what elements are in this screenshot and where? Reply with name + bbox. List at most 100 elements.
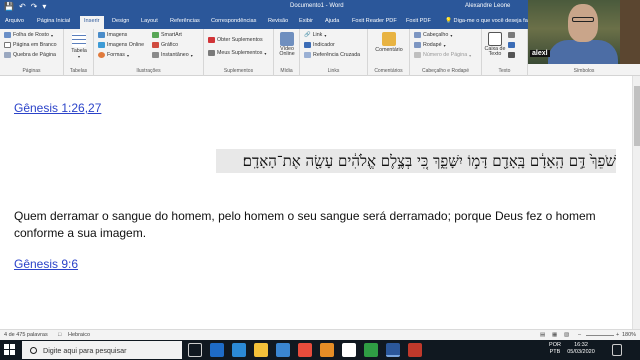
word-icon[interactable] <box>386 343 400 357</box>
header-button[interactable]: Cabeçalho ▾ <box>414 32 452 38</box>
reference-link-genesis-9[interactable]: Gênesis 9:6 <box>14 257 78 271</box>
blank-page-button[interactable]: Página em Branco <box>4 42 57 48</box>
taskbar-search-box[interactable]: Digite aqui para pesquisar <box>22 341 182 359</box>
comment-button[interactable]: Comentário <box>372 32 406 53</box>
images-button[interactable]: Imagens <box>98 32 127 38</box>
tab-foxit-pdf[interactable]: Foxit PDF <box>406 18 431 24</box>
chevron-down-icon: ▾ <box>450 32 453 38</box>
tab-design[interactable]: Design <box>112 18 129 24</box>
cover-page-button[interactable]: Folha de Rosto ▾ <box>4 32 53 38</box>
undo-icon[interactable]: ↶ <box>19 2 26 12</box>
chevron-down-icon: ▾ <box>469 52 472 58</box>
page-number-button[interactable]: Número de Página ▾ <box>414 52 471 58</box>
link-button[interactable]: 🔗 Link ▾ <box>304 32 326 38</box>
browser-icon[interactable] <box>320 343 334 357</box>
bookshelf <box>620 0 640 64</box>
windows-start-icon[interactable] <box>4 344 16 356</box>
spreadsheet-icon[interactable] <box>364 343 378 357</box>
zoom-level[interactable]: 180% <box>622 332 636 338</box>
group-label-texto: Texto <box>498 68 511 74</box>
task-view-icon[interactable] <box>188 343 202 357</box>
language-indicator[interactable]: Hebraico <box>68 332 90 338</box>
zoom-in-icon[interactable]: + <box>616 332 619 338</box>
word-count[interactable]: 4 de 475 palavras <box>4 332 48 338</box>
tab-ajuda[interactable]: Ajuda <box>325 18 339 24</box>
group-label-midia: Mídia <box>280 68 293 74</box>
group-ilustracoes: Imagens Imagens Online Formas ▾ SmartArt … <box>94 29 204 76</box>
online-video-button[interactable]: Vídeo Online <box>276 32 298 57</box>
document-area[interactable]: Gênesis 1:26,27 שֹׁפֵךְ֙ דַּ֣ם הָֽאָדָ֔ם… <box>0 76 640 329</box>
addins-icon <box>208 50 215 56</box>
zoom-out-icon[interactable]: – <box>578 332 581 338</box>
status-bar: 4 de 475 palavras □ Hebraico ▤ ▦ ▧ – + 1… <box>0 329 640 340</box>
tab-referencias[interactable]: Referências <box>170 18 200 24</box>
page-break-icon <box>4 52 11 58</box>
clock[interactable]: 16:32 05/03/2020 <box>566 342 596 356</box>
page-number-icon <box>414 52 421 58</box>
search-icon <box>30 346 37 354</box>
hebrew-verse: שֹׁפֵךְ֙ דַּ֣ם הָֽאָדָ֔ם בָּֽאָדָ֖ם דָּמ… <box>216 149 616 173</box>
wordart-icon[interactable] <box>508 42 515 48</box>
input-language[interactable]: POR PTB <box>548 342 562 356</box>
chrome-icon[interactable] <box>342 343 356 357</box>
cross-reference-button[interactable]: Referência Cruzada <box>304 52 360 58</box>
save-icon[interactable]: 💾 <box>4 2 14 12</box>
mail-icon[interactable] <box>210 343 224 357</box>
tab-inserir[interactable]: Inserir <box>80 16 104 29</box>
tab-foxit-reader-pdf[interactable]: Foxit Reader PDF <box>352 18 397 24</box>
shapes-button[interactable]: Formas ▾ <box>98 52 129 58</box>
smartart-button[interactable]: SmartArt <box>152 32 182 38</box>
proofing-icon[interactable]: □ <box>58 332 61 338</box>
online-images-button[interactable]: Imagens Online <box>98 42 144 48</box>
group-label-cabecalho: Cabeçalho e Rodapé <box>422 68 469 74</box>
shapes-icon <box>98 52 105 58</box>
tab-revisao[interactable]: Revisão <box>268 18 288 24</box>
text-box-button[interactable]: Caixa de Texto <box>484 32 506 57</box>
file-explorer-icon[interactable] <box>254 343 268 357</box>
chevron-down-icon: ▾ <box>126 52 129 58</box>
presenter-shirt <box>548 40 618 64</box>
chart-icon <box>152 42 159 48</box>
drop-cap-icon[interactable] <box>508 52 515 58</box>
tab-pagina-inicial[interactable]: Página Inicial <box>37 18 70 24</box>
chevron-down-icon: ▾ <box>190 52 193 58</box>
store-icon[interactable] <box>276 343 290 357</box>
store-icon <box>208 37 215 43</box>
customize-toolbar-icon[interactable]: ▾ <box>42 2 46 12</box>
footer-icon <box>414 42 421 48</box>
blank-page-icon <box>4 42 11 48</box>
scrollbar-thumb[interactable] <box>634 86 640 146</box>
pdf-icon[interactable] <box>408 343 422 357</box>
app-icon[interactable] <box>298 343 312 357</box>
presenter-face <box>568 4 598 42</box>
tab-arquivo[interactable]: Arquivo <box>5 18 24 24</box>
footer-button[interactable]: Rodapé ▾ <box>414 42 446 48</box>
quick-parts-icon[interactable] <box>508 32 515 38</box>
page-break-button[interactable]: Quebra de Página <box>4 52 56 58</box>
print-layout-icon[interactable]: ▦ <box>552 332 557 338</box>
vertical-scrollbar[interactable] <box>632 76 640 329</box>
zoom-slider[interactable] <box>586 335 614 336</box>
verse-text: Quem derramar o sangue do homem, pelo ho… <box>14 209 596 240</box>
web-layout-icon[interactable]: ▧ <box>564 332 569 338</box>
read-mode-icon[interactable]: ▤ <box>540 332 545 338</box>
chevron-down-icon: ▾ <box>77 54 80 59</box>
quick-access-toolbar: 💾 ↶ ↷ ▾ <box>4 2 46 12</box>
redo-icon[interactable]: ↷ <box>31 2 38 12</box>
webcam-overlay: alexl <box>528 0 640 64</box>
get-addins-button[interactable]: Obter Suplementos <box>208 37 263 43</box>
bookmark-button[interactable]: Indicador <box>304 42 335 48</box>
notifications-icon[interactable] <box>612 344 622 356</box>
tab-exibir[interactable]: Exibir <box>299 18 313 24</box>
my-addins-button[interactable]: Meus Suplementos ▾ <box>208 50 266 56</box>
screenshot-button[interactable]: Instantâneo ▾ <box>152 52 193 58</box>
reference-link-genesis-1[interactable]: Gênesis 1:26,27 <box>14 101 101 115</box>
tab-layout[interactable]: Layout <box>141 18 158 24</box>
edge-icon[interactable] <box>232 343 246 357</box>
online-image-icon <box>98 42 105 48</box>
user-name[interactable]: Alexandre Leone <box>465 3 510 9</box>
chart-button[interactable]: Gráfico <box>152 42 178 48</box>
tell-me-search[interactable]: 💡 Diga-me o que você deseja fazer <box>445 18 536 24</box>
tab-correspondencias[interactable]: Correspondências <box>211 18 256 24</box>
table-button[interactable]: Tabela ▾ <box>68 33 90 60</box>
